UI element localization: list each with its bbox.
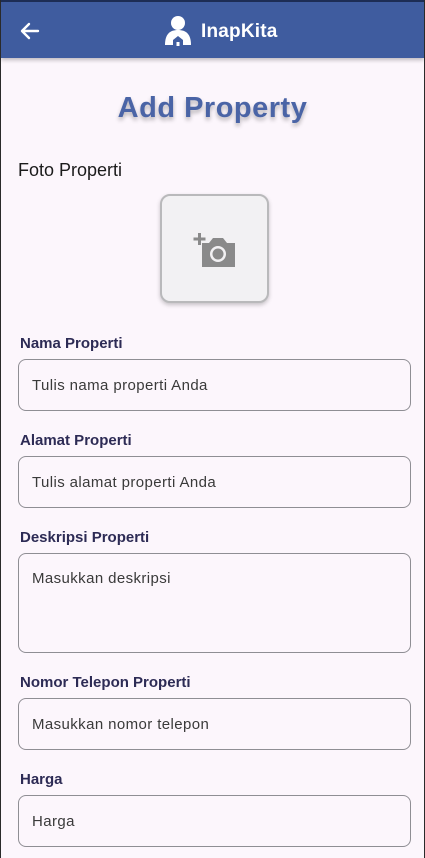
screen: InapKita Add Property Foto Properti Nama… xyxy=(0,0,425,858)
app-bar: InapKita xyxy=(1,0,424,58)
add-photo-button[interactable] xyxy=(160,194,269,303)
alamat-properti-label: Alamat Properti xyxy=(20,432,132,449)
nomor-telepon-label: Nomor Telepon Properti xyxy=(20,674,191,691)
nama-properti-input[interactable]: Tulis nama properti Anda xyxy=(18,359,411,411)
add-photo-camera-icon xyxy=(193,232,235,267)
page-title: Add Property xyxy=(117,92,308,124)
alamat-properti-placeholder: Tulis alamat properti Anda xyxy=(32,473,217,491)
arrow-left-icon xyxy=(20,22,40,40)
nama-properti-label: Nama Properti xyxy=(20,335,123,352)
back-button[interactable] xyxy=(11,12,49,50)
photo-label: Foto Properti xyxy=(18,160,123,180)
alamat-properti-input[interactable]: Tulis alamat properti Anda xyxy=(18,456,411,508)
nomor-telepon-placeholder: Masukkan nomor telepon xyxy=(32,715,210,733)
deskripsi-properti-textarea[interactable]: Masukkan deskripsi xyxy=(18,553,411,653)
app-title: InapKita xyxy=(201,21,278,42)
deskripsi-properti-label: Deskripsi Properti xyxy=(20,529,150,546)
brand: InapKita xyxy=(163,14,278,50)
house-person-logo-icon xyxy=(165,16,191,46)
harga-placeholder: Harga xyxy=(32,812,75,830)
deskripsi-properti-placeholder: Masukkan deskripsi xyxy=(32,570,171,587)
harga-label: Harga xyxy=(20,771,63,788)
harga-input[interactable]: Harga xyxy=(18,795,411,847)
nomor-telepon-input[interactable]: Masukkan nomor telepon xyxy=(18,698,411,750)
nama-properti-placeholder: Tulis nama properti Anda xyxy=(32,376,208,394)
